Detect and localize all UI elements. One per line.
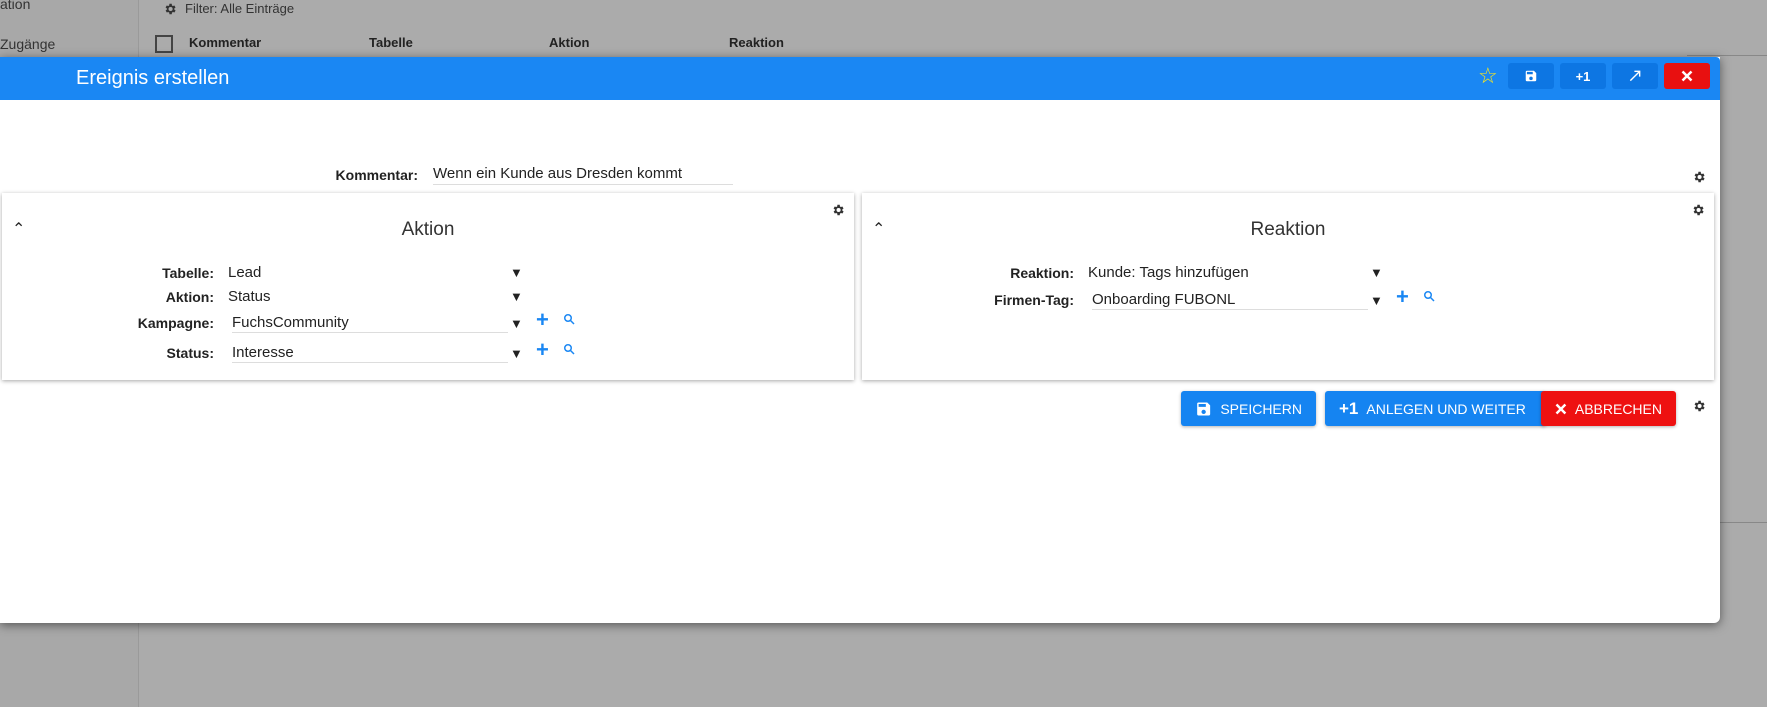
- aktion-panel: ⌃ Aktion Tabelle: Lead ▼ Aktion: Status …: [2, 193, 854, 380]
- dialog-titlebar[interactable]: Ereignis erstellen ☆ +1: [0, 57, 1720, 100]
- add-icon[interactable]: +: [1396, 284, 1409, 310]
- table-header: Kommentar Tabelle Aktion Reaktion: [155, 33, 1767, 55]
- titlebar-plus-one-button[interactable]: +1: [1560, 63, 1606, 89]
- save-icon: [1525, 70, 1537, 82]
- search-icon[interactable]: [1423, 290, 1435, 302]
- divider: [1687, 55, 1767, 56]
- field-label-reaktion: Reaktion:: [1010, 265, 1074, 281]
- aktion-select[interactable]: Status: [228, 288, 271, 305]
- titlebar-close-button[interactable]: [1664, 63, 1710, 89]
- search-icon[interactable]: [563, 343, 575, 355]
- field-label-tabelle: Tabelle:: [162, 265, 214, 281]
- sidebar-item-administration[interactable]: ation ⌃: [0, 0, 115, 12]
- close-icon: [1555, 403, 1567, 414]
- add-icon[interactable]: +: [536, 337, 549, 363]
- dropdown-arrow-icon[interactable]: ▼: [510, 316, 523, 331]
- field-label-kampagne: Kampagne:: [137, 315, 214, 331]
- tabelle-select[interactable]: Lead: [228, 264, 261, 281]
- gear-icon: [165, 3, 176, 14]
- search-icon[interactable]: [563, 313, 575, 325]
- gear-icon[interactable]: [1692, 399, 1706, 413]
- sidebar-item-label: Zugänge: [0, 36, 56, 52]
- column-header-tabelle[interactable]: Tabelle: [369, 35, 413, 50]
- field-label-aktion: Aktion:: [165, 289, 214, 305]
- dropdown-arrow-icon[interactable]: ▼: [510, 265, 523, 280]
- save-and-next-label: ANLEGEN UND WEITER: [1366, 400, 1526, 417]
- cancel-button[interactable]: ABBRECHEN: [1541, 391, 1676, 426]
- dropdown-arrow-icon[interactable]: ▼: [1370, 265, 1383, 280]
- save-button-label: SPEICHERN: [1220, 400, 1302, 417]
- dropdown-arrow-icon[interactable]: ▼: [1370, 293, 1383, 308]
- comment-label: Kommentar:: [335, 167, 418, 183]
- field-label-firmen-tag: Firmen-Tag:: [994, 292, 1074, 308]
- kampagne-select[interactable]: FuchsCommunity: [232, 314, 508, 333]
- save-button[interactable]: SPEICHERN: [1181, 391, 1316, 426]
- comment-input[interactable]: Wenn ein Kunde aus Dresden kommt: [433, 165, 733, 185]
- plus-one-icon: +1: [1339, 398, 1359, 418]
- select-all-checkbox[interactable]: [155, 35, 173, 53]
- dropdown-arrow-icon[interactable]: ▼: [510, 346, 523, 361]
- expand-icon: [1629, 70, 1641, 82]
- dropdown-arrow-icon[interactable]: ▼: [510, 289, 523, 304]
- titlebar-expand-button[interactable]: [1612, 63, 1658, 89]
- field-label-status: Status:: [166, 345, 214, 361]
- gear-icon[interactable]: [831, 203, 845, 217]
- firmen-tag-select[interactable]: Onboarding FUBONL: [1092, 291, 1368, 310]
- save-and-next-button[interactable]: +1 ANLEGEN UND WEITER: [1325, 391, 1546, 426]
- reaktion-select[interactable]: Kunde: Tags hinzufügen: [1088, 264, 1249, 281]
- create-event-dialog: Ereignis erstellen ☆ +1 Kommentar: Wenn …: [0, 57, 1720, 623]
- titlebar-save-button[interactable]: [1508, 63, 1554, 89]
- plus-one-label: +1: [1575, 68, 1591, 84]
- column-header-aktion[interactable]: Aktion: [549, 35, 589, 50]
- panel-title: Aktion: [401, 219, 455, 240]
- status-select[interactable]: Interesse: [232, 344, 508, 363]
- chevron-up-icon[interactable]: ⌃: [100, 0, 115, 13]
- dialog-title: Ereignis erstellen: [76, 67, 230, 89]
- gear-icon[interactable]: [1692, 170, 1706, 184]
- save-icon: [1197, 402, 1211, 415]
- close-icon: [1681, 70, 1693, 82]
- sidebar-item-zugaenge[interactable]: Zugänge: [0, 36, 55, 52]
- cancel-button-label: ABBRECHEN: [1574, 400, 1662, 417]
- column-header-kommentar[interactable]: Kommentar: [189, 35, 261, 50]
- column-header-reaktion[interactable]: Reaktion: [729, 35, 784, 50]
- filter-bar[interactable]: Filter: Alle Einträge: [163, 1, 294, 16]
- star-icon[interactable]: ☆: [1478, 63, 1498, 89]
- reaktion-panel: ⌃ Reaktion Reaktion: Kunde: Tags hinzufü…: [862, 193, 1714, 380]
- panel-title: Reaktion: [1250, 219, 1326, 240]
- add-icon[interactable]: +: [536, 307, 549, 333]
- gear-icon[interactable]: [1691, 203, 1705, 217]
- filter-label: Filter: Alle Einträge: [185, 1, 295, 16]
- sidebar-item-label: ation: [0, 0, 31, 12]
